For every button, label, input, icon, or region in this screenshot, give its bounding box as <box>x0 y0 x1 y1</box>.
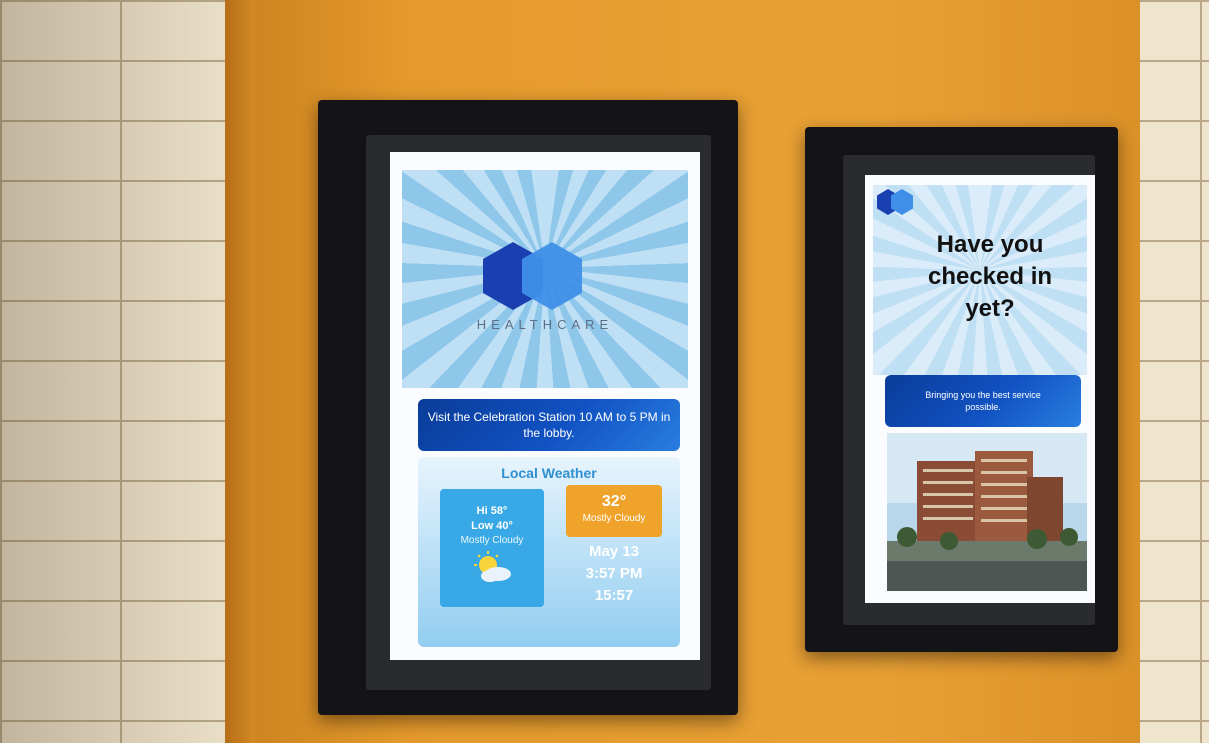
event-banner-text: Visit the Celebration Station 10 AM to 5… <box>427 410 671 440</box>
wall-shadow <box>0 0 260 743</box>
forecast-condition: Mostly Cloudy <box>460 535 524 546</box>
tagline-text: Bringing you the best service possible. <box>925 390 1041 412</box>
current-temp: 32° <box>601 493 627 510</box>
tagline-banner: Bringing you the best service possible. <box>885 375 1081 427</box>
forecast-low: Low 40° <box>471 520 513 532</box>
forecast-hi: Hi 58° <box>476 505 508 517</box>
weather-title: Local Weather <box>501 465 597 481</box>
current-box: 32° Mostly Cloudy <box>566 485 662 537</box>
headline-line-2: checked in <box>927 263 1053 290</box>
panel-edge <box>225 0 255 743</box>
left-screen: HEALTHCARE Visit the Celebration Station… <box>390 152 700 660</box>
event-banner: Visit the Celebration Station 10 AM to 5… <box>418 399 680 451</box>
forecast-box: Hi 58° Low 40° Mostly Cloudy <box>440 489 544 607</box>
hospital-building-photo <box>887 433 1087 591</box>
headline-line-3: yet? <box>965 295 1015 322</box>
logo-text: HEALTHCARE <box>476 317 614 332</box>
current-condition: Mostly Cloudy <box>582 513 646 524</box>
time-12h: 3:57 PM <box>585 565 643 582</box>
partly-cloudy-icon <box>474 551 511 582</box>
headline-line-1: Have you <box>936 231 1044 258</box>
right-screen: Have you checked in yet? Bringing you th… <box>865 175 1095 603</box>
weather-panel: Local Weather Hi 58° Low 40° Mostly Clou… <box>418 457 680 647</box>
time-24h: 15:57 <box>594 587 634 604</box>
date-text: May 13 <box>588 543 640 560</box>
